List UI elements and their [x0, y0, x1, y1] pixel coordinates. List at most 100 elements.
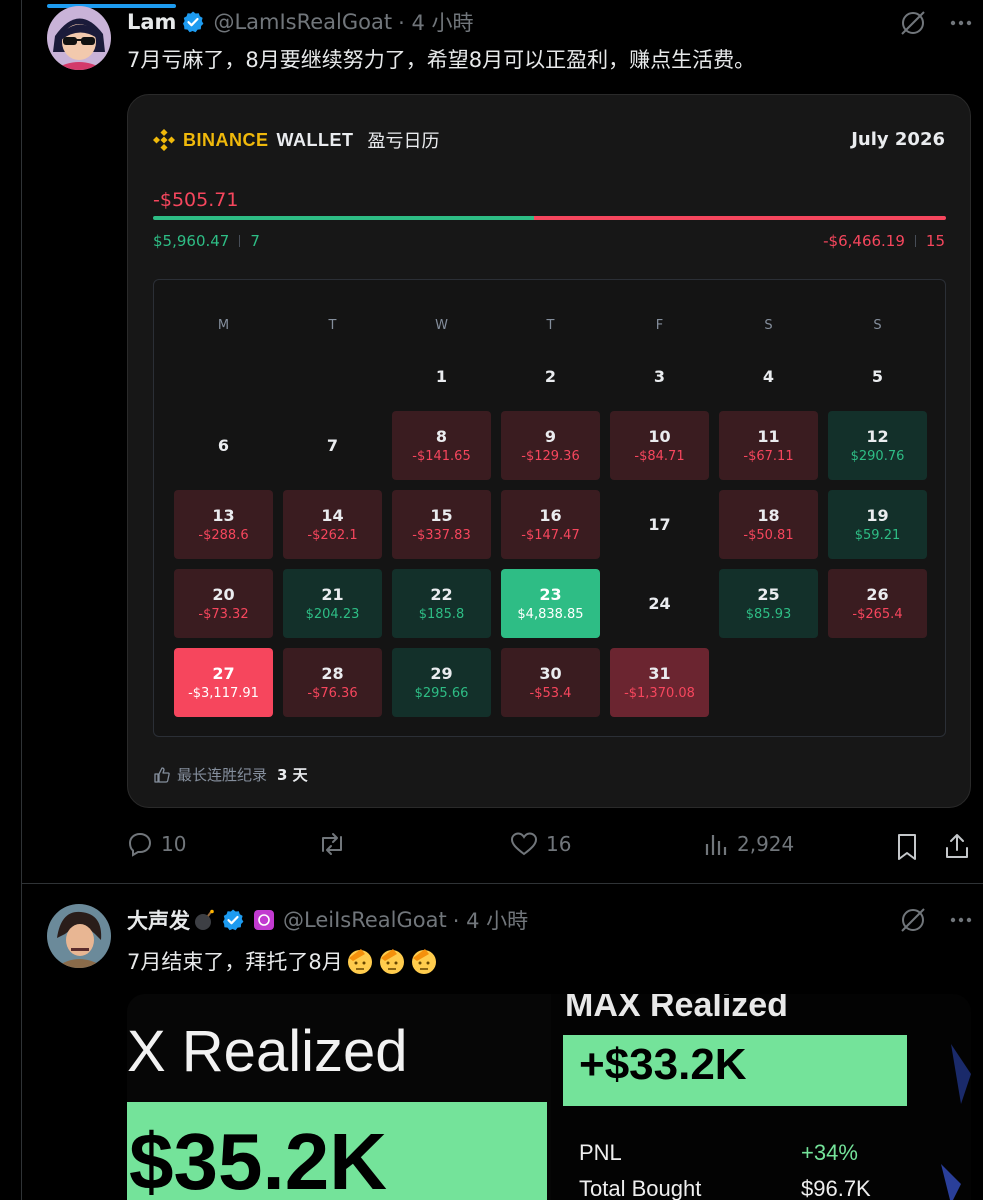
- repost-button[interactable]: [317, 831, 347, 857]
- calendar-day-7[interactable]: 7: [283, 411, 382, 480]
- day-pnl: -$265.4: [852, 607, 903, 622]
- grok-icon[interactable]: [898, 10, 928, 36]
- calendar-day-29[interactable]: 29 $295.66: [392, 648, 491, 717]
- calendar-day-2[interactable]: 2: [501, 342, 600, 411]
- day-number: 28: [321, 664, 344, 683]
- calendar-day-14[interactable]: 14 -$262.1: [283, 490, 382, 559]
- profit-total: $5,960.47: [153, 232, 230, 250]
- calendar-day-1[interactable]: 1: [392, 342, 491, 411]
- calendar-day-13[interactable]: 13 -$288.6: [174, 490, 273, 559]
- reply-button[interactable]: 10: [127, 831, 186, 857]
- day-number: 13: [212, 506, 235, 525]
- calendar-day-3[interactable]: 3: [610, 342, 709, 411]
- display-name[interactable]: 大声发: [127, 905, 190, 935]
- day-number: 31: [648, 664, 671, 683]
- calendar-day-23[interactable]: 23 $4,838.85: [501, 569, 600, 638]
- day-number: 30: [539, 664, 562, 683]
- verified-badge-icon: [183, 11, 204, 33]
- calendar-day-21[interactable]: 21 $204.23: [283, 569, 382, 638]
- day-number: 14: [321, 506, 344, 525]
- day-number: 29: [430, 664, 453, 683]
- calendar-day-24[interactable]: 24: [610, 569, 709, 638]
- day-number: 22: [430, 585, 453, 604]
- display-name[interactable]: Lam: [127, 10, 176, 34]
- reply-count: 10: [161, 832, 187, 856]
- calendar-day-12[interactable]: 12 $290.76: [828, 411, 927, 480]
- heart-icon: [510, 832, 538, 856]
- weekday-label: S: [764, 318, 773, 333]
- day-pnl: $85.93: [745, 607, 792, 622]
- calendar-day-20[interactable]: 20 -$73.32: [174, 569, 273, 638]
- calendar-day-9[interactable]: 9 -$129.36: [501, 411, 600, 480]
- share-icon[interactable]: [943, 832, 971, 860]
- day-pnl: $204.23: [305, 607, 360, 622]
- bookmark-icon[interactable]: [894, 833, 920, 861]
- more-options-icon[interactable]: [948, 907, 974, 933]
- calendar-title: 盈亏日历: [367, 131, 440, 152]
- post-time[interactable]: · 4 小時: [453, 905, 528, 935]
- calendar-day-15[interactable]: 15 -$337.83: [392, 490, 491, 559]
- day-number: 12: [866, 427, 889, 446]
- profit-days: 7: [250, 232, 260, 250]
- day-pnl: -$288.6: [198, 528, 249, 543]
- calendar-day-5[interactable]: 5: [828, 342, 927, 411]
- calendar-day-30[interactable]: 30 -$53.4: [501, 648, 600, 717]
- view-count: 2,924: [737, 832, 795, 856]
- user-handle[interactable]: @LeiIsRealGoat: [283, 908, 447, 932]
- calendar-day-17[interactable]: 17: [610, 490, 709, 559]
- day-number: 5: [871, 367, 884, 386]
- day-number: 9: [544, 427, 557, 446]
- avatar[interactable]: [47, 6, 111, 70]
- calendar-day-6[interactable]: 6: [174, 411, 273, 480]
- post-time[interactable]: · 4 小時: [398, 7, 473, 37]
- day-number: 4: [762, 367, 775, 386]
- wallet-wordmark: WALLET: [276, 129, 354, 150]
- like-button[interactable]: 16: [510, 831, 571, 857]
- weekday-label: S: [873, 318, 882, 333]
- calendar-day-8[interactable]: 8 -$141.65: [392, 411, 491, 480]
- day-pnl: -$141.65: [412, 449, 471, 464]
- day-number: 17: [648, 515, 671, 534]
- realized-value-left: $35.2K: [129, 1117, 387, 1200]
- weekday-label: T: [328, 318, 337, 333]
- user-handle[interactable]: @LamIsRealGoat: [213, 10, 392, 34]
- calendar-day-31[interactable]: 31 -$1,370.08: [610, 648, 709, 717]
- affiliate-badge-icon: [254, 910, 274, 930]
- day-pnl: -$84.71: [634, 449, 685, 464]
- tweet-image[interactable]: X Realized $35.2K MAX Realized +$33.2K P…: [127, 994, 971, 1200]
- calendar-day-28[interactable]: 28 -$76.36: [283, 648, 382, 717]
- day-number: 23: [539, 585, 562, 604]
- weekday-label: M: [217, 318, 230, 333]
- calendar-day-22[interactable]: 22 $185.8: [392, 569, 491, 638]
- loss-total: -$6,466.19: [823, 232, 905, 250]
- salute-emoji-icon: [347, 949, 436, 974]
- day-number: 21: [321, 585, 344, 604]
- like-count: 16: [546, 832, 572, 856]
- day-number: 19: [866, 506, 889, 525]
- calendar-day-19[interactable]: 19 $59.21: [828, 490, 927, 559]
- grok-icon[interactable]: [898, 907, 928, 933]
- total-bought-label: Total Bought: [579, 1176, 702, 1200]
- calendar-day-18[interactable]: 18 -$50.81: [719, 490, 818, 559]
- day-pnl: -$337.83: [412, 528, 471, 543]
- avatar[interactable]: [47, 904, 111, 968]
- day-pnl: $4,838.85: [517, 607, 584, 622]
- day-pnl: -$129.36: [521, 449, 580, 464]
- day-pnl: $59.21: [854, 528, 901, 543]
- day-pnl: -$76.36: [307, 686, 358, 701]
- calendar-day-26[interactable]: 26 -$265.4: [828, 569, 927, 638]
- binance-pnl-card[interactable]: BINANCE WALLET 盈亏日历 July 2026 -$505.71 $…: [127, 94, 971, 808]
- weekday-label: W: [435, 318, 448, 333]
- calendar-day-25[interactable]: 25 $85.93: [719, 569, 818, 638]
- calendar-day-27[interactable]: 27 -$3,117.91: [174, 648, 273, 717]
- calendar-day-10[interactable]: 10 -$84.71: [610, 411, 709, 480]
- profit-bar: [153, 216, 534, 220]
- calendar-day-11[interactable]: 11 -$67.11: [719, 411, 818, 480]
- calendar-day-4[interactable]: 4: [719, 342, 818, 411]
- calendar-day-16[interactable]: 16 -$147.47: [501, 490, 600, 559]
- views-button[interactable]: 2,924: [703, 831, 794, 857]
- more-options-icon[interactable]: [948, 10, 974, 36]
- tweet-separator: [21, 883, 983, 884]
- day-number: 25: [757, 585, 780, 604]
- day-number: 8: [435, 427, 448, 446]
